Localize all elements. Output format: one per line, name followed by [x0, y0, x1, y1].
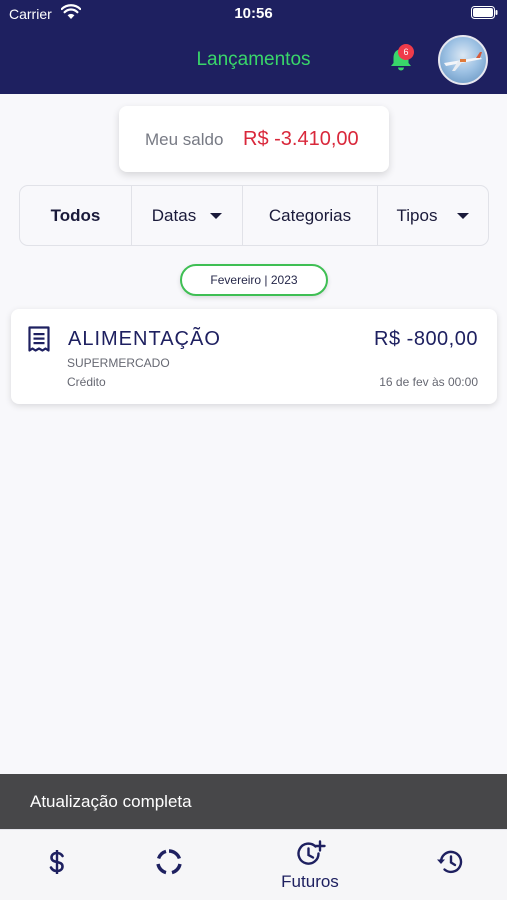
airplane-photo-icon — [444, 52, 482, 71]
receipt-icon — [28, 326, 50, 352]
entry-category: ALIMENTAÇÃO — [68, 328, 221, 350]
caret-down-icon — [457, 212, 470, 219]
entry-amount: R$ -800,00 — [374, 328, 478, 350]
balance-label: Meu saldo — [145, 130, 224, 149]
page-title: Lançamentos — [196, 49, 311, 70]
caret-down-icon — [210, 212, 223, 219]
tab-futuros[interactable]: Futuros — [250, 830, 370, 900]
filter-categorias[interactable]: Categorias — [243, 186, 377, 245]
tab-historico[interactable] — [395, 830, 507, 900]
entry-type: Crédito — [67, 375, 106, 389]
filter-label: Tipos — [396, 205, 438, 225]
tab-recorrentes[interactable] — [115, 830, 225, 900]
tab-saldo[interactable] — [0, 830, 115, 900]
toast: Atualização completa — [0, 774, 507, 829]
avatar[interactable] — [438, 35, 488, 85]
filter-bar: Todos Datas Categorias Tipos — [19, 185, 489, 246]
entry-date: 16 de fev às 00:00 — [379, 375, 478, 389]
balance-value: R$ -3.410,00 — [243, 128, 359, 150]
tab-bar: Futuros — [0, 829, 507, 900]
history-icon — [437, 850, 463, 874]
filter-label: Todos — [50, 205, 101, 225]
dollar-icon — [49, 850, 64, 874]
future-clock-icon — [297, 840, 326, 865]
filter-label: Datas — [151, 205, 197, 225]
loading-ring-icon — [156, 849, 182, 875]
entry-card[interactable]: ALIMENTAÇÃO R$ -800,00 SUPERMERCADO Créd… — [11, 309, 497, 404]
month-header: Fevereiro | 2023 — [180, 264, 328, 296]
balance-card: Meu saldo R$ -3.410,00 — [119, 106, 389, 172]
battery-icon — [471, 6, 498, 19]
filter-label: Categorias — [268, 205, 352, 225]
top-header: Carrier 10:56 Lançamentos 6 — [0, 0, 507, 94]
status-time: 10:56 — [234, 5, 273, 22]
status-bar: Carrier 10:56 — [0, 0, 507, 28]
filter-datas[interactable]: Datas — [132, 186, 242, 245]
tab-label: Futuros — [281, 872, 339, 891]
filter-tipos[interactable]: Tipos — [378, 186, 488, 245]
notification-badge: 6 — [398, 44, 414, 60]
toast-message: Atualização completa — [30, 792, 192, 811]
entry-subcategory: SUPERMERCADO — [67, 356, 170, 370]
filter-todos[interactable]: Todos — [20, 186, 131, 245]
